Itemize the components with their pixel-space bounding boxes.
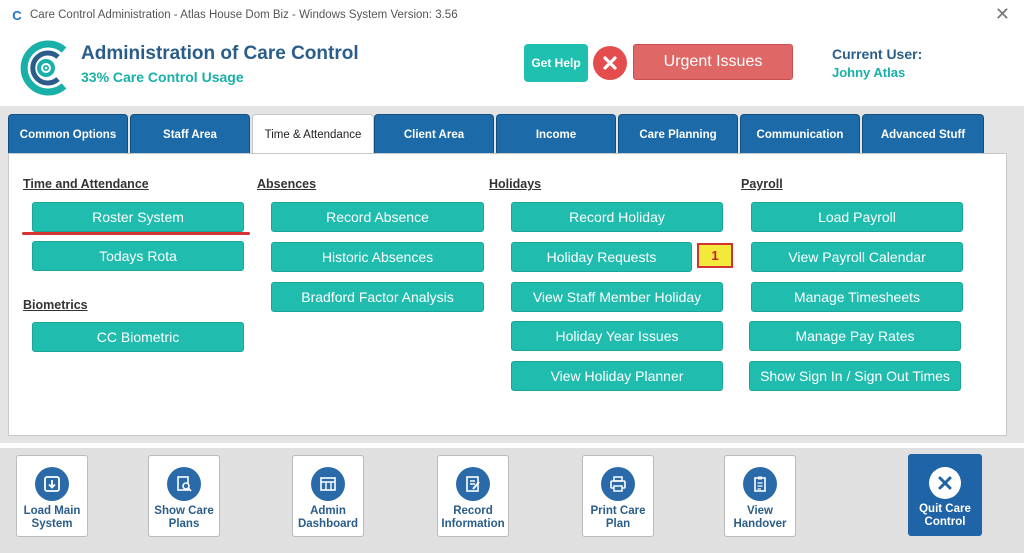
historic-absences-button[interactable]: Historic Absences <box>271 242 484 272</box>
get-help-button[interactable]: Get Help <box>524 44 588 82</box>
dashboard-icon <box>311 467 345 501</box>
quick-button-label: Record Information <box>441 505 505 530</box>
highlight-underline <box>22 232 250 235</box>
record-holiday-button[interactable]: Record Holiday <box>511 202 723 232</box>
quick-button-label: Admin Dashboard <box>297 505 359 530</box>
tab-time-attendance[interactable]: Time & Attendance <box>252 114 374 155</box>
todays-rota-button[interactable]: Todays Rota <box>32 241 244 271</box>
quit-care-control-button[interactable]: Quit Care Control <box>908 454 982 536</box>
roster-system-button[interactable]: Roster System <box>32 202 244 232</box>
view-staff-member-holiday-button[interactable]: View Staff Member Holiday <box>511 282 723 312</box>
tab-care-planning[interactable]: Care Planning <box>618 114 738 154</box>
tab-staff-area[interactable]: Staff Area <box>130 114 250 154</box>
manage-timesheets-button[interactable]: Manage Timesheets <box>751 282 963 312</box>
manage-pay-rates-button[interactable]: Manage Pay Rates <box>749 321 961 351</box>
quick-button-label: View Handover <box>733 505 787 530</box>
current-user-label: Current User: <box>832 46 923 62</box>
quit-close-icon <box>929 467 961 499</box>
care-control-logo-icon <box>20 40 67 96</box>
app-logo-icon: C <box>12 7 22 23</box>
record-information-button[interactable]: Record Information <box>437 455 509 537</box>
tab-income[interactable]: Income <box>496 114 616 154</box>
view-payroll-calendar-button[interactable]: View Payroll Calendar <box>751 242 963 272</box>
tab-client-area[interactable]: Client Area <box>374 114 494 154</box>
show-sign-in-out-times-button[interactable]: Show Sign In / Sign Out Times <box>749 361 961 391</box>
holiday-requests-button[interactable]: Holiday Requests <box>511 242 692 272</box>
record-absence-button[interactable]: Record Absence <box>271 202 484 232</box>
print-care-plan-button[interactable]: Print Care Plan <box>582 455 654 537</box>
printer-icon <box>601 467 635 501</box>
usage-subtitle: 33% Care Control Usage <box>81 69 244 85</box>
section-title-payroll: Payroll <box>741 177 783 191</box>
tab-common-options[interactable]: Common Options <box>8 114 128 154</box>
section-title-time-attendance: Time and Attendance <box>23 177 149 191</box>
tab-communication[interactable]: Communication <box>740 114 860 154</box>
cc-biometric-button[interactable]: CC Biometric <box>32 322 244 352</box>
app-header: Administration of Care Control 33% Care … <box>0 30 1024 106</box>
tab-advanced-stuff[interactable]: Advanced Stuff <box>862 114 984 154</box>
load-main-system-button[interactable]: Load Main System <box>16 455 88 537</box>
page-title: Administration of Care Control <box>81 43 359 64</box>
edit-document-icon <box>456 467 490 501</box>
urgent-issues-button[interactable]: Urgent Issues <box>633 44 793 80</box>
close-circle-icon[interactable] <box>593 46 627 80</box>
admin-dashboard-button[interactable]: Admin Dashboard <box>292 455 364 537</box>
quick-button-label: Print Care Plan <box>590 505 646 530</box>
holiday-year-issues-button[interactable]: Holiday Year Issues <box>511 321 723 351</box>
section-title-absences: Absences <box>257 177 317 191</box>
window-title: Care Control Administration - Atlas Hous… <box>30 9 458 21</box>
holiday-requests-count-badge: 1 <box>697 243 733 268</box>
window-close-icon[interactable]: ✕ <box>995 5 1010 23</box>
load-payroll-button[interactable]: Load Payroll <box>751 202 963 232</box>
current-user-name: Johny Atlas <box>832 65 906 80</box>
window-titlebar: C Care Control Administration - Atlas Ho… <box>0 0 1024 31</box>
show-care-plans-button[interactable]: Show Care Plans <box>148 455 220 537</box>
bradford-factor-analysis-button[interactable]: Bradford Factor Analysis <box>271 282 484 312</box>
view-holiday-planner-button[interactable]: View Holiday Planner <box>511 361 723 391</box>
quit-button-label: Quit Care Control <box>919 503 971 528</box>
document-search-icon <box>167 467 201 501</box>
download-icon <box>35 467 69 501</box>
clipboard-icon <box>743 467 777 501</box>
view-handover-button[interactable]: View Handover <box>724 455 796 537</box>
section-title-biometrics: Biometrics <box>23 298 88 312</box>
section-title-holidays: Holidays <box>489 177 542 191</box>
quick-button-label: Load Main System <box>23 505 81 530</box>
quick-button-label: Show Care Plans <box>154 505 214 530</box>
